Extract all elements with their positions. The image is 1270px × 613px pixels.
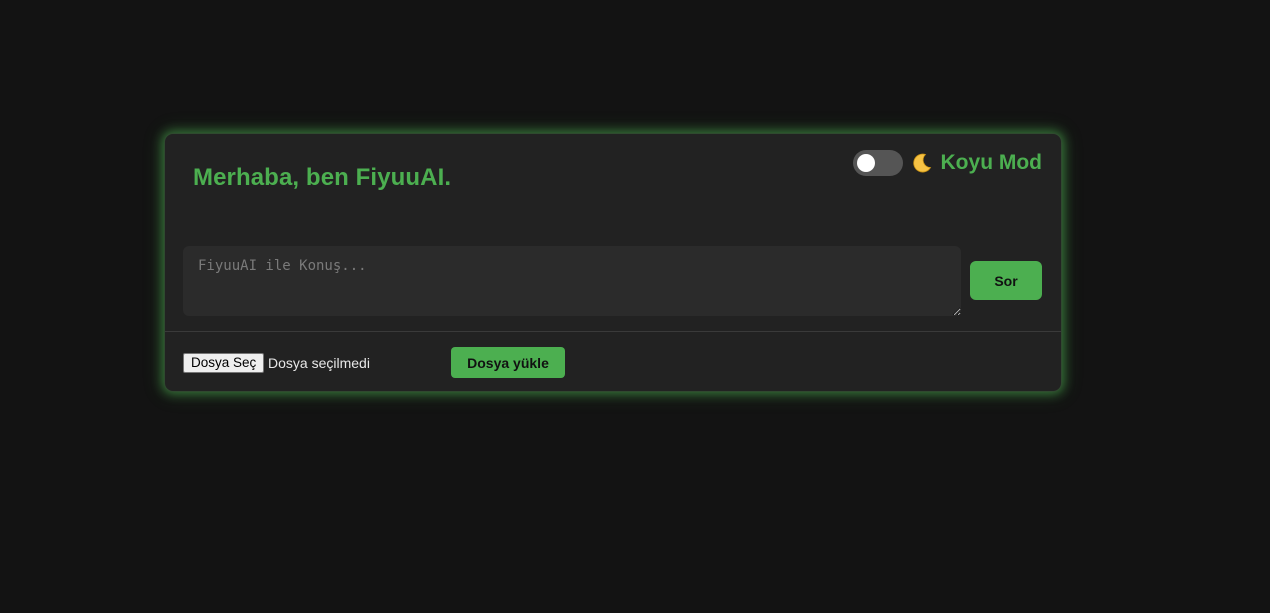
moon-icon	[911, 152, 933, 174]
greeting-title: Merhaba, ben FiyuuAI.	[193, 164, 452, 191]
upload-file-button[interactable]: Dosya yükle	[451, 347, 565, 378]
chat-card: Merhaba, ben FiyuuAI. Koyu Mod Sor Dosya…	[164, 133, 1062, 392]
divider	[165, 331, 1061, 332]
chat-input-row: Sor	[183, 246, 1042, 318]
dark-mode-toggle: Koyu Mod	[852, 150, 1042, 176]
file-status-text: Dosya seçilmedi	[268, 355, 370, 371]
chat-input[interactable]	[183, 246, 961, 316]
choose-file-button[interactable]: Dosya Seç	[183, 353, 265, 373]
switch-knob	[856, 154, 875, 172]
ask-button[interactable]: Sor	[970, 261, 1042, 300]
file-upload-row: Dosya Seç Dosya seçilmedi Dosya yükle	[183, 347, 1042, 379]
dark-mode-label: Koyu Mod	[940, 151, 1042, 174]
dark-mode-switch[interactable]	[852, 150, 903, 176]
